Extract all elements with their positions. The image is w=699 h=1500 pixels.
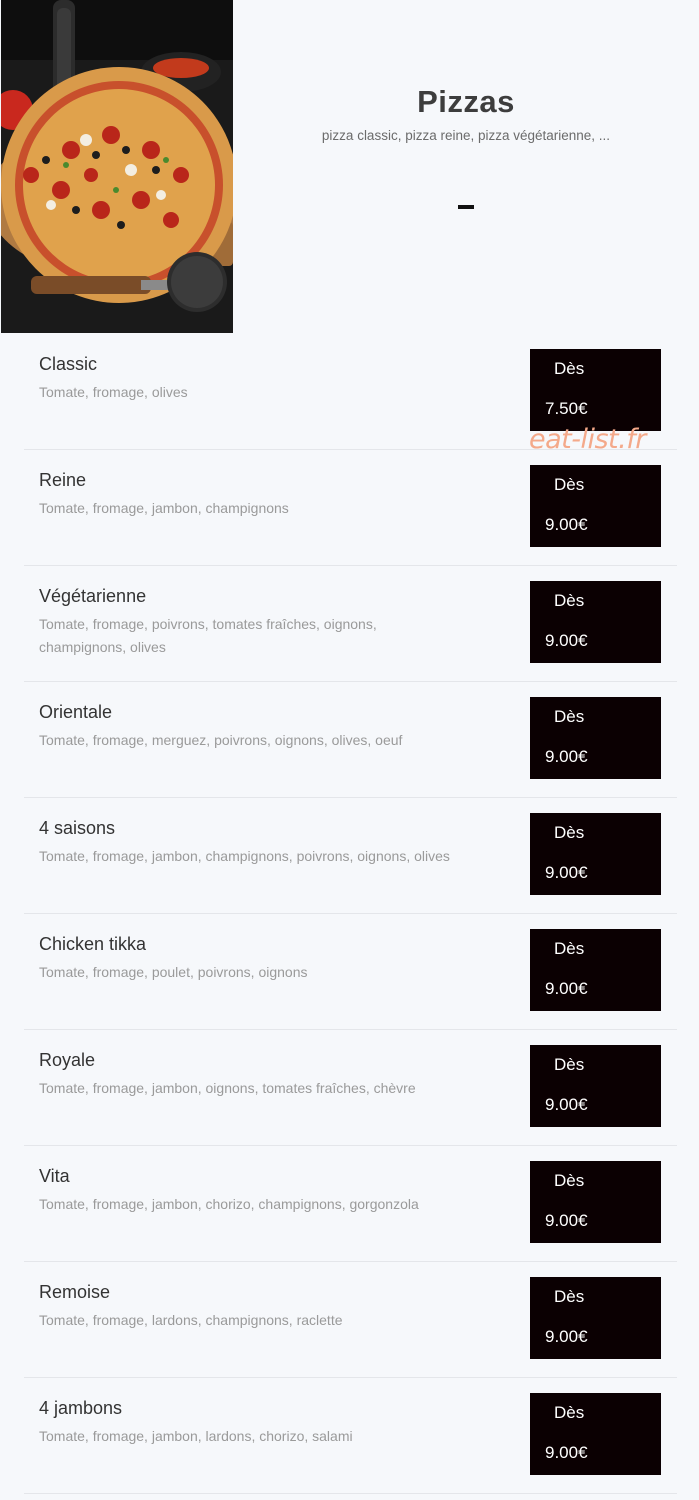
price-prefix: Dès bbox=[554, 939, 585, 958]
price-badge[interactable]: Dès 9.00€ bbox=[530, 581, 661, 663]
item-description: Tomate, fromage, poivrons, tomates fraîc… bbox=[39, 616, 377, 655]
price-prefix: Dès bbox=[554, 1171, 585, 1190]
item-name: Royale bbox=[39, 1050, 96, 1070]
item-description: Tomate, fromage, jambon, chorizo, champi… bbox=[39, 1196, 419, 1212]
category-text: Pizzas pizza classic, pizza reine, pizza… bbox=[233, 0, 699, 334]
item-name: Végétarienne bbox=[39, 586, 147, 606]
price-badge[interactable]: Dès 9.00€ bbox=[530, 465, 661, 547]
price-badge[interactable]: Dès 9.00€ bbox=[530, 929, 661, 1011]
item-name: Classic bbox=[39, 354, 98, 374]
menu-item[interactable]: Chicken tikka Tomate, fromage, poulet, p… bbox=[24, 914, 677, 1030]
category-header: Pizzas pizza classic, pizza reine, pizza… bbox=[0, 0, 699, 334]
item-name: Orientale bbox=[39, 702, 113, 722]
item-description: Tomate, fromage, jambon, champignons, po… bbox=[39, 848, 450, 864]
item-name: 4 jambons bbox=[39, 1398, 123, 1418]
menu-item[interactable]: Remoise Tomate, fromage, lardons, champi… bbox=[24, 1262, 677, 1378]
item-description: Tomate, fromage, jambon, lardons, choriz… bbox=[39, 1428, 353, 1444]
menu-item[interactable]: Orientale Tomate, fromage, merguez, poiv… bbox=[24, 682, 677, 798]
price-badge[interactable]: Dès 9.00€ bbox=[530, 697, 661, 779]
item-name: Chicken tikka bbox=[39, 934, 147, 954]
menu-item[interactable]: 4 jambons Tomate, fromage, jambon, lardo… bbox=[24, 1378, 677, 1494]
price-prefix: Dès bbox=[554, 475, 585, 494]
item-description: Tomate, fromage, olives bbox=[39, 384, 188, 400]
price-value: 9.00€ bbox=[545, 1095, 588, 1114]
pizza-photo bbox=[1, 0, 233, 333]
item-description: Tomate, fromage, lardons, champignons, r… bbox=[39, 1312, 343, 1328]
price-badge[interactable]: Dès 7.50€ bbox=[530, 349, 661, 431]
price-badge[interactable]: Dès 9.00€ bbox=[530, 813, 661, 895]
price-prefix: Dès bbox=[554, 707, 585, 726]
price-value: 9.00€ bbox=[545, 515, 588, 534]
price-prefix: Dès bbox=[554, 591, 585, 610]
item-name: 4 saisons bbox=[39, 818, 116, 838]
category-divider bbox=[458, 205, 474, 209]
price-badge[interactable]: Dès 9.00€ bbox=[530, 1045, 661, 1127]
item-description: Tomate, fromage, jambon, champignons bbox=[39, 500, 289, 516]
item-name: Reine bbox=[39, 470, 87, 490]
menu-item[interactable]: Végétarienne Tomate, fromage, poivrons, … bbox=[24, 566, 677, 682]
menu-list: Classic Tomate, fromage, olives Dès 7.50… bbox=[24, 334, 677, 1494]
menu-item[interactable]: Vita Tomate, fromage, jambon, chorizo, c… bbox=[24, 1146, 677, 1262]
menu-item[interactable]: 4 saisons Tomate, fromage, jambon, champ… bbox=[24, 798, 677, 914]
category-subtitle: pizza classic, pizza reine, pizza végéta… bbox=[321, 128, 611, 143]
price-badge[interactable]: Dès 9.00€ bbox=[530, 1277, 661, 1359]
item-description: Tomate, fromage, merguez, poivrons, oign… bbox=[39, 732, 403, 748]
menu-item[interactable]: Royale Tomate, fromage, jambon, oignons,… bbox=[24, 1030, 677, 1146]
item-description: Tomate, fromage, poulet, poivrons, oigno… bbox=[39, 964, 308, 980]
menu-item[interactable]: Reine Tomate, fromage, jambon, champigno… bbox=[24, 450, 677, 566]
watermark: eat-list.fr bbox=[529, 424, 646, 455]
price-badge[interactable]: Dès 9.00€ bbox=[530, 1161, 661, 1243]
category-title: Pizzas bbox=[417, 84, 515, 119]
price-prefix: Dès bbox=[554, 1403, 585, 1422]
price-prefix: Dès bbox=[554, 823, 585, 842]
price-value: 9.00€ bbox=[545, 863, 588, 882]
price-value: 9.00€ bbox=[545, 1327, 588, 1346]
item-name: Remoise bbox=[39, 1282, 111, 1302]
pizza-image-icon bbox=[1, 0, 233, 333]
price-value: 9.00€ bbox=[545, 747, 588, 766]
price-prefix: Dès bbox=[554, 359, 585, 378]
item-name: Vita bbox=[39, 1166, 70, 1186]
price-value: 9.00€ bbox=[545, 631, 588, 650]
price-badge[interactable]: Dès 9.00€ bbox=[530, 1393, 661, 1475]
item-description: Tomate, fromage, jambon, oignons, tomate… bbox=[39, 1080, 416, 1096]
price-value: 7.50€ bbox=[545, 399, 588, 418]
price-value: 9.00€ bbox=[545, 1211, 588, 1230]
price-value: 9.00€ bbox=[545, 1443, 588, 1462]
price-value: 9.00€ bbox=[545, 979, 588, 998]
price-prefix: Dès bbox=[554, 1287, 585, 1306]
price-prefix: Dès bbox=[554, 1055, 585, 1074]
